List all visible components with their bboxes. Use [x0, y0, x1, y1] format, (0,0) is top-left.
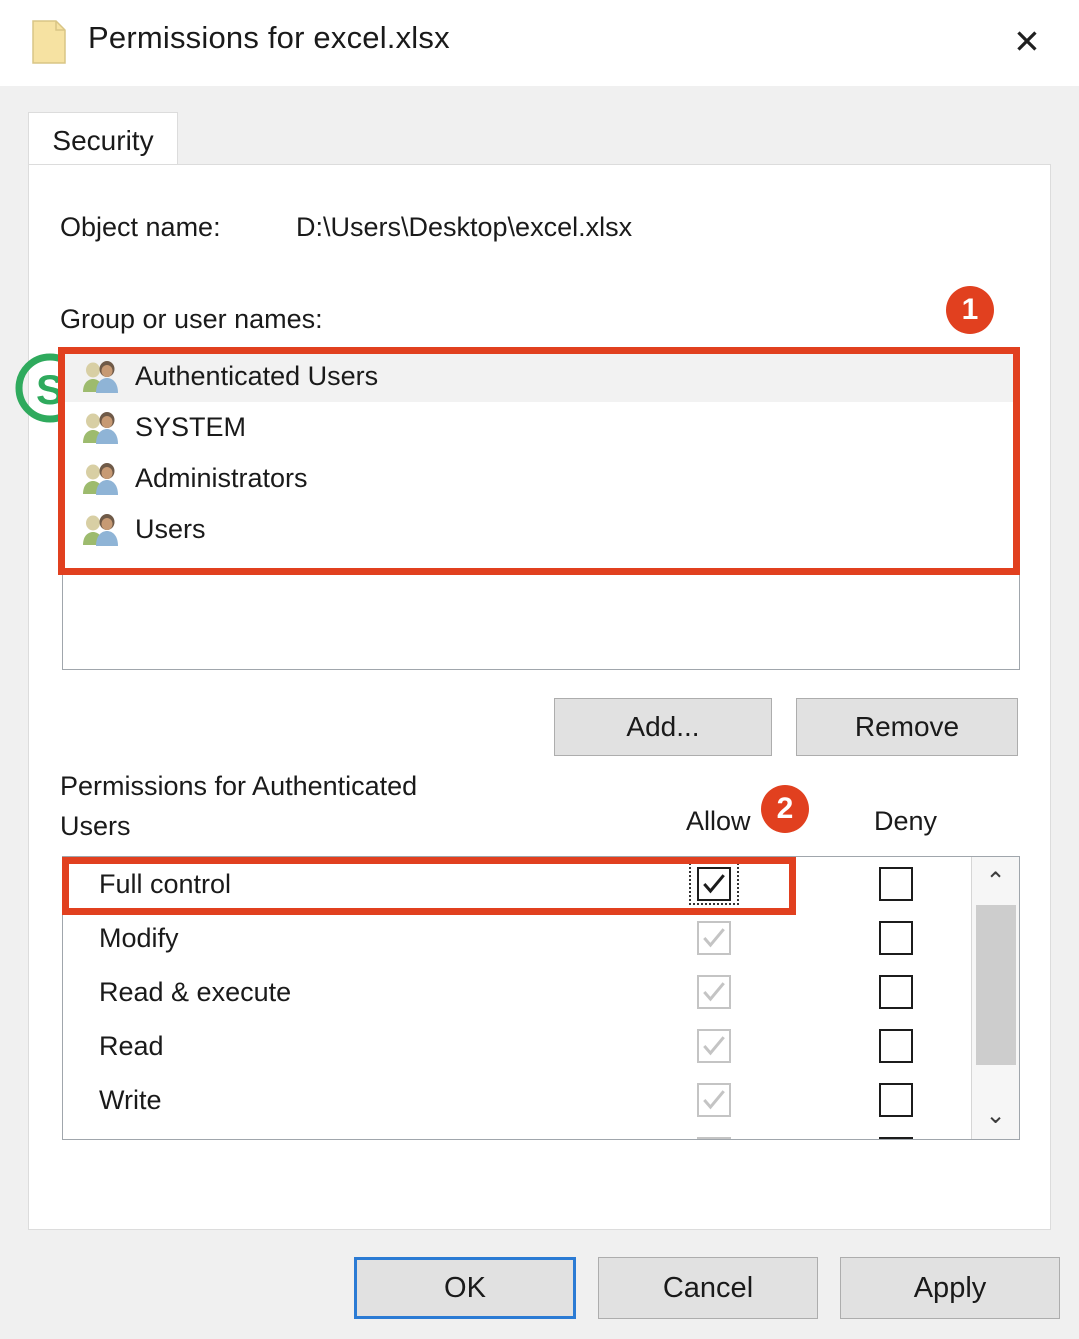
object-name-label: Object name:: [60, 212, 221, 243]
ok-button[interactable]: OK: [354, 1257, 576, 1319]
allow-checkbox-partial[interactable]: [697, 1137, 731, 1140]
scrollbar-thumb[interactable]: [976, 905, 1016, 1065]
permission-name: Write: [99, 1085, 162, 1116]
permission-name: Full control: [99, 869, 231, 900]
users-group-icon: [81, 411, 121, 445]
permissions-dialog: Permissions for excel.xlsx ✕ Security Ob…: [0, 0, 1079, 1339]
table-row[interactable]: Write: [63, 1073, 971, 1127]
deny-checkbox-partial[interactable]: [879, 1137, 913, 1140]
list-item[interactable]: Administrators: [63, 453, 1019, 504]
column-header-allow: Allow: [686, 806, 751, 837]
allow-checkbox-read[interactable]: [697, 1029, 731, 1063]
remove-button[interactable]: Remove: [796, 698, 1018, 756]
tab-security[interactable]: Security: [28, 112, 178, 168]
list-item[interactable]: Users: [63, 504, 1019, 555]
title-bar: Permissions for excel.xlsx ✕: [0, 0, 1079, 87]
group-or-user-names-label: Group or user names:: [60, 304, 323, 335]
add-button[interactable]: Add...: [554, 698, 772, 756]
table-row[interactable]: Read & execute: [63, 965, 971, 1019]
table-row-partial[interactable]: [63, 1127, 971, 1140]
list-item-label: Users: [135, 514, 206, 545]
deny-checkbox-full-control[interactable]: [879, 867, 913, 901]
table-row[interactable]: Modify: [63, 911, 971, 965]
deny-checkbox-modify[interactable]: [879, 921, 913, 955]
permission-name: Read: [99, 1031, 164, 1062]
users-group-icon: [81, 513, 121, 547]
list-item-label: SYSTEM: [135, 412, 246, 443]
list-item[interactable]: Authenticated Users: [63, 351, 1019, 402]
tab-strip: Security: [0, 86, 1079, 166]
deny-checkbox-write[interactable]: [879, 1083, 913, 1117]
users-group-icon: [81, 360, 121, 394]
cancel-button[interactable]: Cancel: [598, 1257, 818, 1319]
users-group-icon: [81, 462, 121, 496]
allow-checkbox-modify[interactable]: [697, 921, 731, 955]
scroll-down-icon[interactable]: ⌄: [972, 1091, 1019, 1139]
deny-checkbox-read-execute[interactable]: [879, 975, 913, 1009]
permissions-scrollbar[interactable]: ⌃ ⌄: [971, 857, 1019, 1139]
list-item[interactable]: SYSTEM: [63, 402, 1019, 453]
permission-name: Modify: [99, 923, 179, 954]
column-header-deny: Deny: [874, 806, 937, 837]
file-icon: [32, 20, 66, 64]
table-row[interactable]: Read: [63, 1019, 971, 1073]
deny-checkbox-read[interactable]: [879, 1029, 913, 1063]
table-row[interactable]: Full control: [63, 857, 971, 911]
permissions-for-line2: Users: [60, 806, 660, 846]
allow-checkbox-write[interactable]: [697, 1083, 731, 1117]
tab-security-label: Security: [52, 125, 153, 157]
object-name-value: D:\Users\Desktop\excel.xlsx: [296, 212, 632, 243]
list-item-label: Authenticated Users: [135, 361, 378, 392]
allow-checkbox-full-control[interactable]: [697, 867, 731, 901]
group-or-user-names-list[interactable]: Authenticated Users SYSTEM: [62, 350, 1020, 670]
apply-button[interactable]: Apply: [840, 1257, 1060, 1319]
close-icon[interactable]: ✕: [991, 8, 1063, 74]
permissions-for-label: Permissions for Authenticated Users: [60, 766, 660, 846]
allow-checkbox-read-execute[interactable]: [697, 975, 731, 1009]
permissions-for-line1: Permissions for Authenticated: [60, 766, 660, 806]
window-title: Permissions for excel.xlsx: [88, 20, 450, 56]
permission-name: Read & execute: [99, 977, 291, 1008]
permissions-list[interactable]: Full control Modify Read & execute: [62, 856, 1020, 1140]
list-item-label: Administrators: [135, 463, 308, 494]
scroll-up-icon[interactable]: ⌃: [972, 857, 1019, 905]
